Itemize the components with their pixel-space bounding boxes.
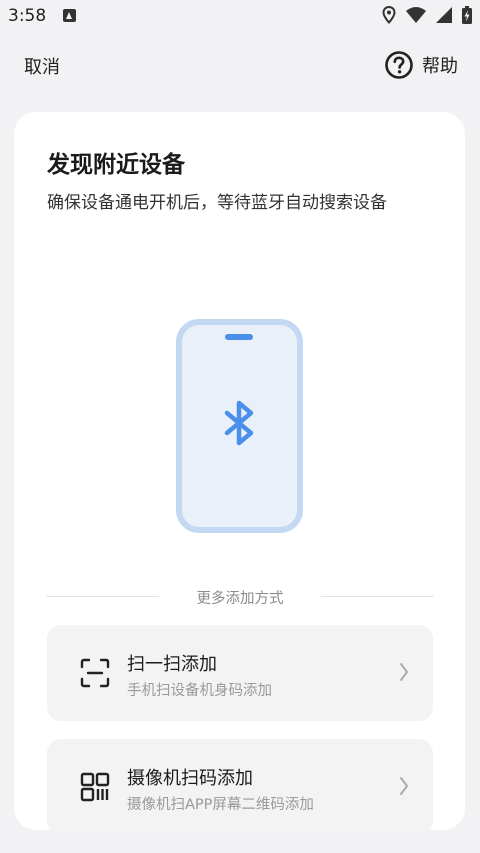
chevron-right-icon [400,777,408,795]
signal-icon [436,7,452,23]
help-button[interactable]: 帮助 [384,50,458,80]
more-methods-divider: 更多添加方式 [46,584,434,608]
method-subtitle: 摄像机扫APP屏幕二维码添加 [127,797,314,813]
divider-line-right [321,596,434,597]
phone-illustration [176,319,303,537]
phone-icon [176,319,303,533]
more-methods-label: 更多添加方式 [196,591,284,607]
discovery-card: 发现附近设备 确保设备通电开机后，等待蓝牙自动搜索设备 更多添加方式 扫一扫添加… [14,112,465,830]
page-subtitle: 确保设备通电开机后，等待蓝牙自动搜索设备 [47,193,387,213]
status-bar: 3:58 [0,0,480,34]
qr-code-icon [80,772,110,802]
scan-add-item[interactable]: 扫一扫添加 手机扫设备机身码添加 [47,625,433,721]
method-title: 摄像机扫码添加 [127,768,253,789]
status-icons [382,6,472,24]
notification-a-icon [63,9,76,22]
help-icon [385,51,413,79]
wifi-icon [406,7,426,23]
chevron-right-icon [400,663,408,681]
method-title: 扫一扫添加 [127,654,217,675]
battery-icon [462,6,472,24]
cancel-button[interactable]: 取消 [24,53,60,79]
camera-scan-add-item[interactable]: 摄像机扫码添加 摄像机扫APP屏幕二维码添加 [47,739,433,830]
help-label: 帮助 [422,56,458,77]
page-title: 发现附近设备 [47,152,185,178]
top-bar: 取消 帮助 [0,44,480,88]
scan-icon [80,658,110,688]
status-time: 3:58 [8,6,47,26]
location-icon [382,6,396,24]
method-subtitle: 手机扫设备机身码添加 [127,683,272,699]
